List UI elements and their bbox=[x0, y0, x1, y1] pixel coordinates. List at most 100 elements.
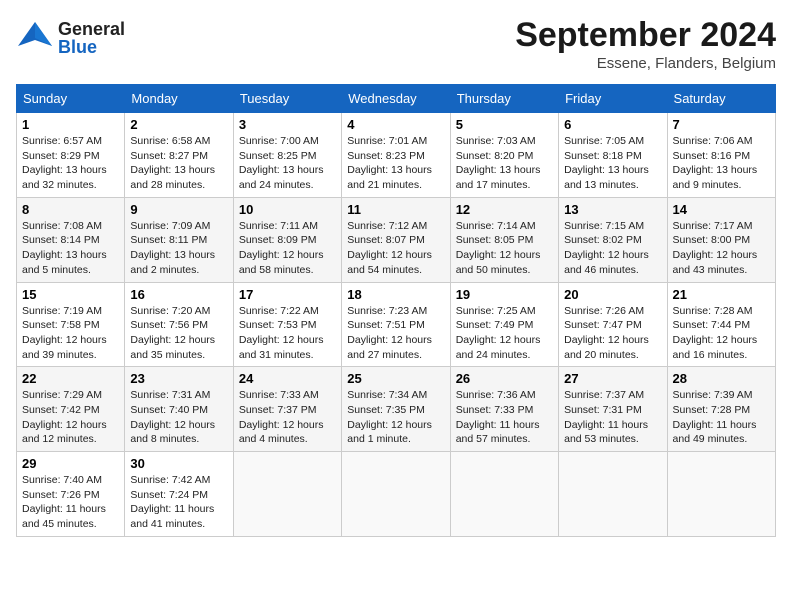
day-info: Sunrise: 7:03 AMSunset: 8:20 PMDaylight:… bbox=[456, 135, 541, 191]
day-number: 3 bbox=[239, 117, 336, 132]
day-info: Sunrise: 7:29 AMSunset: 7:42 PMDaylight:… bbox=[22, 389, 107, 445]
day-number: 2 bbox=[130, 117, 227, 132]
day-number: 8 bbox=[22, 202, 119, 217]
day-info: Sunrise: 7:06 AMSunset: 8:16 PMDaylight:… bbox=[673, 135, 758, 191]
day-number: 11 bbox=[347, 202, 444, 217]
day-info: Sunrise: 7:09 AMSunset: 8:11 PMDaylight:… bbox=[130, 220, 215, 276]
day-number: 27 bbox=[564, 371, 661, 386]
table-row: 27 Sunrise: 7:37 AMSunset: 7:31 PMDaylig… bbox=[559, 367, 667, 452]
logo-blue-text: Blue bbox=[58, 38, 125, 56]
col-tuesday: Tuesday bbox=[233, 85, 341, 113]
table-row: 9 Sunrise: 7:09 AMSunset: 8:11 PMDayligh… bbox=[125, 197, 233, 282]
day-info: Sunrise: 7:34 AMSunset: 7:35 PMDaylight:… bbox=[347, 389, 432, 445]
day-number: 29 bbox=[22, 456, 119, 471]
table-row: 17 Sunrise: 7:22 AMSunset: 7:53 PMDaylig… bbox=[233, 282, 341, 367]
location-text: Essene, Flanders, Belgium bbox=[515, 55, 776, 72]
logo-general-text: General bbox=[58, 20, 125, 38]
table-row: 29 Sunrise: 7:40 AMSunset: 7:26 PMDaylig… bbox=[17, 452, 125, 537]
day-number: 12 bbox=[456, 202, 553, 217]
day-info: Sunrise: 7:28 AMSunset: 7:44 PMDaylight:… bbox=[673, 305, 758, 361]
day-info: Sunrise: 6:57 AMSunset: 8:29 PMDaylight:… bbox=[22, 135, 107, 191]
day-number: 14 bbox=[673, 202, 770, 217]
col-wednesday: Wednesday bbox=[342, 85, 450, 113]
table-row bbox=[667, 452, 775, 537]
day-number: 1 bbox=[22, 117, 119, 132]
day-info: Sunrise: 7:05 AMSunset: 8:18 PMDaylight:… bbox=[564, 135, 649, 191]
day-info: Sunrise: 6:58 AMSunset: 8:27 PMDaylight:… bbox=[130, 135, 215, 191]
day-number: 9 bbox=[130, 202, 227, 217]
table-row: 23 Sunrise: 7:31 AMSunset: 7:40 PMDaylig… bbox=[125, 367, 233, 452]
day-info: Sunrise: 7:36 AMSunset: 7:33 PMDaylight:… bbox=[456, 389, 540, 445]
col-sunday: Sunday bbox=[17, 85, 125, 113]
table-row: 14 Sunrise: 7:17 AMSunset: 8:00 PMDaylig… bbox=[667, 197, 775, 282]
col-friday: Friday bbox=[559, 85, 667, 113]
table-row: 18 Sunrise: 7:23 AMSunset: 7:51 PMDaylig… bbox=[342, 282, 450, 367]
day-number: 13 bbox=[564, 202, 661, 217]
table-row: 13 Sunrise: 7:15 AMSunset: 8:02 PMDaylig… bbox=[559, 197, 667, 282]
calendar-table: Sunday Monday Tuesday Wednesday Thursday… bbox=[16, 84, 776, 537]
day-number: 26 bbox=[456, 371, 553, 386]
table-row: 4 Sunrise: 7:01 AMSunset: 8:23 PMDayligh… bbox=[342, 113, 450, 198]
day-info: Sunrise: 7:00 AMSunset: 8:25 PMDaylight:… bbox=[239, 135, 324, 191]
day-number: 7 bbox=[673, 117, 770, 132]
day-number: 25 bbox=[347, 371, 444, 386]
day-number: 19 bbox=[456, 287, 553, 302]
table-row bbox=[233, 452, 341, 537]
col-saturday: Saturday bbox=[667, 85, 775, 113]
day-info: Sunrise: 7:40 AMSunset: 7:26 PMDaylight:… bbox=[22, 474, 106, 530]
col-monday: Monday bbox=[125, 85, 233, 113]
table-row: 8 Sunrise: 7:08 AMSunset: 8:14 PMDayligh… bbox=[17, 197, 125, 282]
logo-text: General Blue bbox=[58, 20, 125, 56]
table-row: 15 Sunrise: 7:19 AMSunset: 7:58 PMDaylig… bbox=[17, 282, 125, 367]
table-row: 30 Sunrise: 7:42 AMSunset: 7:24 PMDaylig… bbox=[125, 452, 233, 537]
day-info: Sunrise: 7:22 AMSunset: 7:53 PMDaylight:… bbox=[239, 305, 324, 361]
day-info: Sunrise: 7:37 AMSunset: 7:31 PMDaylight:… bbox=[564, 389, 648, 445]
day-info: Sunrise: 7:26 AMSunset: 7:47 PMDaylight:… bbox=[564, 305, 649, 361]
day-number: 15 bbox=[22, 287, 119, 302]
day-number: 17 bbox=[239, 287, 336, 302]
col-thursday: Thursday bbox=[450, 85, 558, 113]
logo-bird-icon bbox=[16, 16, 54, 59]
day-number: 24 bbox=[239, 371, 336, 386]
table-row bbox=[450, 452, 558, 537]
table-row: 22 Sunrise: 7:29 AMSunset: 7:42 PMDaylig… bbox=[17, 367, 125, 452]
table-row: 12 Sunrise: 7:14 AMSunset: 8:05 PMDaylig… bbox=[450, 197, 558, 282]
day-info: Sunrise: 7:12 AMSunset: 8:07 PMDaylight:… bbox=[347, 220, 432, 276]
day-number: 30 bbox=[130, 456, 227, 471]
calendar-week-row: 1 Sunrise: 6:57 AMSunset: 8:29 PMDayligh… bbox=[17, 113, 776, 198]
table-row: 5 Sunrise: 7:03 AMSunset: 8:20 PMDayligh… bbox=[450, 113, 558, 198]
table-row: 21 Sunrise: 7:28 AMSunset: 7:44 PMDaylig… bbox=[667, 282, 775, 367]
day-number: 10 bbox=[239, 202, 336, 217]
day-number: 5 bbox=[456, 117, 553, 132]
table-row: 25 Sunrise: 7:34 AMSunset: 7:35 PMDaylig… bbox=[342, 367, 450, 452]
day-info: Sunrise: 7:33 AMSunset: 7:37 PMDaylight:… bbox=[239, 389, 324, 445]
calendar-week-row: 22 Sunrise: 7:29 AMSunset: 7:42 PMDaylig… bbox=[17, 367, 776, 452]
month-title: September 2024 bbox=[515, 16, 776, 55]
table-row: 3 Sunrise: 7:00 AMSunset: 8:25 PMDayligh… bbox=[233, 113, 341, 198]
day-info: Sunrise: 7:14 AMSunset: 8:05 PMDaylight:… bbox=[456, 220, 541, 276]
logo: General Blue bbox=[16, 16, 125, 59]
day-number: 22 bbox=[22, 371, 119, 386]
table-row: 7 Sunrise: 7:06 AMSunset: 8:16 PMDayligh… bbox=[667, 113, 775, 198]
table-row: 6 Sunrise: 7:05 AMSunset: 8:18 PMDayligh… bbox=[559, 113, 667, 198]
day-info: Sunrise: 7:08 AMSunset: 8:14 PMDaylight:… bbox=[22, 220, 107, 276]
day-number: 21 bbox=[673, 287, 770, 302]
day-number: 16 bbox=[130, 287, 227, 302]
table-row: 10 Sunrise: 7:11 AMSunset: 8:09 PMDaylig… bbox=[233, 197, 341, 282]
table-row: 24 Sunrise: 7:33 AMSunset: 7:37 PMDaylig… bbox=[233, 367, 341, 452]
table-row: 16 Sunrise: 7:20 AMSunset: 7:56 PMDaylig… bbox=[125, 282, 233, 367]
table-row bbox=[559, 452, 667, 537]
title-block: September 2024 Essene, Flanders, Belgium bbox=[515, 16, 776, 72]
table-row: 26 Sunrise: 7:36 AMSunset: 7:33 PMDaylig… bbox=[450, 367, 558, 452]
table-row bbox=[342, 452, 450, 537]
day-info: Sunrise: 7:15 AMSunset: 8:02 PMDaylight:… bbox=[564, 220, 649, 276]
day-info: Sunrise: 7:25 AMSunset: 7:49 PMDaylight:… bbox=[456, 305, 541, 361]
day-number: 28 bbox=[673, 371, 770, 386]
day-number: 18 bbox=[347, 287, 444, 302]
day-info: Sunrise: 7:42 AMSunset: 7:24 PMDaylight:… bbox=[130, 474, 214, 530]
page-header: General Blue September 2024 Essene, Flan… bbox=[16, 16, 776, 72]
table-row: 2 Sunrise: 6:58 AMSunset: 8:27 PMDayligh… bbox=[125, 113, 233, 198]
day-number: 20 bbox=[564, 287, 661, 302]
day-number: 23 bbox=[130, 371, 227, 386]
table-row: 20 Sunrise: 7:26 AMSunset: 7:47 PMDaylig… bbox=[559, 282, 667, 367]
